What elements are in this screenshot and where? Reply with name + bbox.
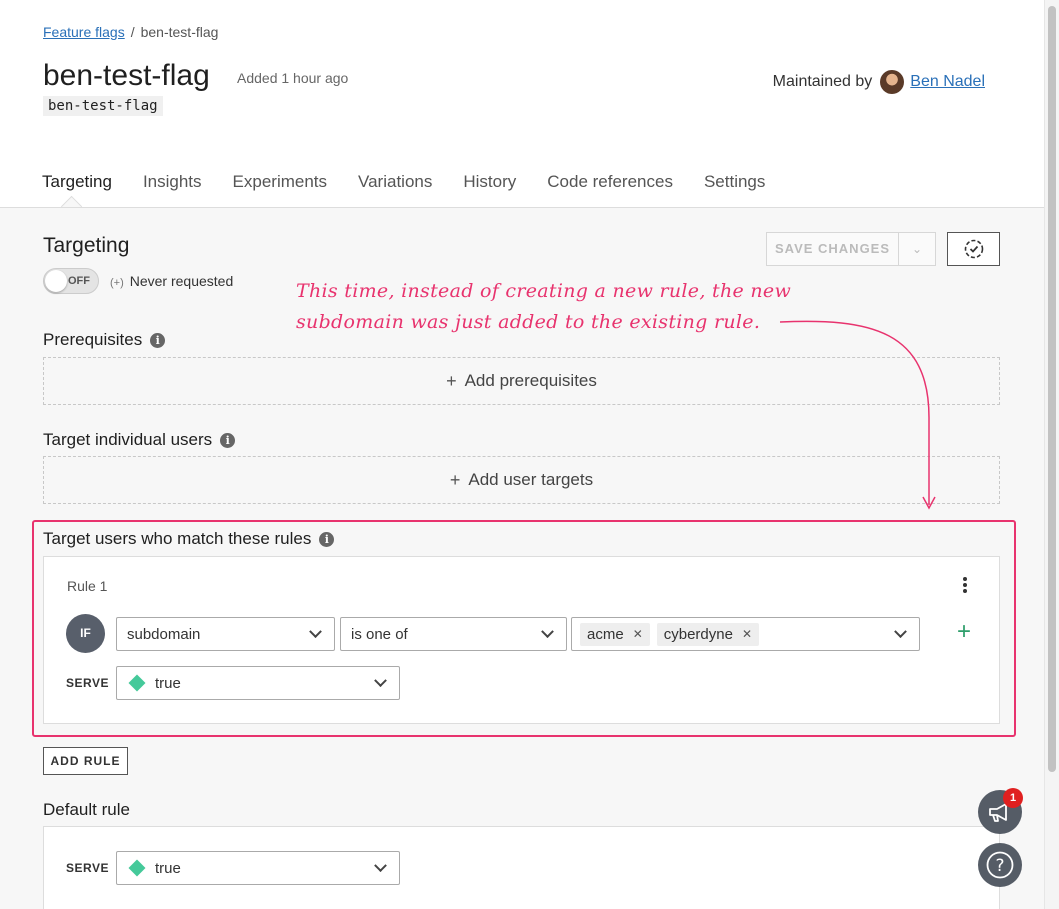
breadcrumb-current: ben-test-flag — [140, 24, 219, 40]
annotation-text: This time, instead of creating a new rul… — [296, 276, 791, 338]
plus-icon: + — [449, 469, 461, 490]
individual-targets-title-text: Target individual users — [43, 430, 213, 449]
maintainer-link[interactable]: Ben Nadel — [910, 73, 985, 91]
value-chip-label: cyberdyne — [663, 625, 733, 643]
tab-targeting[interactable]: Targeting — [42, 172, 112, 208]
requested-text: Never requested — [129, 273, 234, 289]
tab-variations[interactable]: Variations — [358, 172, 432, 208]
value-chip: cyberdyne ✕ — [656, 622, 760, 646]
annotation-line-1: This time, instead of creating a new rul… — [296, 280, 792, 302]
prerequisites-title: Prerequisites i — [43, 330, 166, 350]
attribute-select[interactable]: subdomain — [116, 617, 335, 651]
breadcrumb-feature-flags-link[interactable]: Feature flags — [43, 24, 125, 40]
rule-serve-select[interactable]: true — [116, 666, 400, 700]
tab-history[interactable]: History — [463, 172, 516, 208]
chevron-down-icon — [374, 673, 387, 687]
page-title: ben-test-flag — [43, 59, 210, 92]
chevron-down-icon — [309, 624, 322, 638]
chevron-down-icon — [541, 624, 554, 638]
maintainer-prefix: Maintained by — [772, 73, 873, 90]
add-prerequisites-label: Add prerequisites — [464, 371, 597, 390]
attribute-value: subdomain — [127, 625, 201, 643]
operator-value: is one of — [351, 625, 408, 643]
chevron-down-icon[interactable]: ⌄ — [899, 242, 935, 256]
toggle-label: OFF — [68, 275, 90, 287]
history-check-icon — [964, 239, 983, 259]
breadcrumb-separator: / — [130, 24, 135, 40]
toggle-knob — [45, 270, 67, 292]
tab-settings[interactable]: Settings — [704, 172, 765, 208]
values-multiselect[interactable]: acme ✕ cyberdyne ✕ — [571, 617, 920, 651]
add-prerequisites-button[interactable]: + Add prerequisites — [43, 357, 1000, 405]
rules-title-text: Target users who match these rules — [43, 529, 312, 548]
requested-plus: (+) — [110, 277, 124, 289]
serve-label: SERVE — [66, 676, 109, 690]
add-clause-plus-icon[interactable]: + — [957, 620, 971, 644]
requested-status: (+) Never requested — [110, 273, 233, 289]
rule-name: Rule 1 — [67, 578, 108, 594]
flag-key: ben-test-flag — [43, 96, 163, 116]
tab-insights[interactable]: Insights — [143, 172, 202, 208]
avatar — [880, 70, 905, 94]
variation-diamond-icon — [128, 674, 146, 692]
rules-title: Target users who match these rules i — [43, 529, 335, 549]
annotation-line-2: subdomain was just added to the existing… — [296, 311, 761, 333]
info-icon[interactable]: i — [220, 432, 236, 448]
added-timestamp: Added 1 hour ago — [237, 70, 349, 86]
info-icon[interactable]: i — [150, 332, 166, 348]
scrollbar-thumb[interactable] — [1048, 6, 1056, 772]
targeting-toggle[interactable]: OFF — [43, 268, 99, 294]
breadcrumb: Feature flags / ben-test-flag — [43, 24, 218, 40]
default-serve-value: true — [155, 859, 181, 877]
kebab-menu-icon[interactable] — [958, 574, 972, 596]
info-icon[interactable]: i — [319, 531, 335, 547]
targeting-title: Targeting — [43, 234, 130, 257]
rule-serve-value: true — [155, 674, 181, 692]
if-badge: IF — [66, 614, 105, 653]
maintainer: Maintained by Ben Nadel — [773, 70, 985, 94]
scrollbar[interactable] — [1044, 0, 1059, 909]
operator-select[interactable]: is one of — [340, 617, 567, 651]
help-button[interactable]: ? — [978, 843, 1022, 887]
default-serve-select[interactable]: true — [116, 851, 400, 885]
history-check-button[interactable] — [947, 232, 1000, 266]
values-chips: acme ✕ cyberdyne ✕ — [580, 622, 896, 646]
value-chip: acme ✕ — [580, 622, 650, 646]
prerequisites-title-text: Prerequisites — [43, 330, 143, 349]
close-icon[interactable]: ✕ — [742, 627, 752, 641]
save-changes-label: SAVE CHANGES — [767, 233, 899, 265]
targeting-toggle-row: OFF (+) Never requested — [43, 268, 233, 294]
add-user-targets-button[interactable]: + Add user targets — [43, 456, 1000, 504]
add-rule-button[interactable]: ADD RULE — [43, 747, 128, 775]
notification-badge: 1 — [1003, 788, 1023, 808]
add-user-targets-label: Add user targets — [468, 470, 594, 489]
save-changes-button[interactable]: SAVE CHANGES ⌄ — [766, 232, 936, 266]
chevron-down-icon — [894, 624, 907, 638]
page-header: Feature flags / ben-test-flag ben-test-fla… — [0, 0, 1044, 208]
individual-targets-title: Target individual users i — [43, 430, 236, 450]
default-serve-label: SERVE — [66, 861, 109, 875]
default-rule-title: Default rule — [43, 800, 130, 819]
chevron-down-icon — [374, 858, 387, 872]
tab-code-references[interactable]: Code references — [547, 172, 673, 208]
close-icon[interactable]: ✕ — [633, 627, 643, 641]
variation-diamond-icon — [128, 859, 146, 877]
svg-text:?: ? — [995, 856, 1004, 876]
value-chip-label: acme — [587, 625, 624, 643]
tab-divider — [0, 207, 1044, 208]
tab-bar: Targeting Insights Experiments Variation… — [42, 172, 796, 208]
tab-experiments[interactable]: Experiments — [233, 172, 327, 208]
plus-icon: + — [446, 370, 457, 391]
help-icon: ? — [986, 851, 1014, 879]
